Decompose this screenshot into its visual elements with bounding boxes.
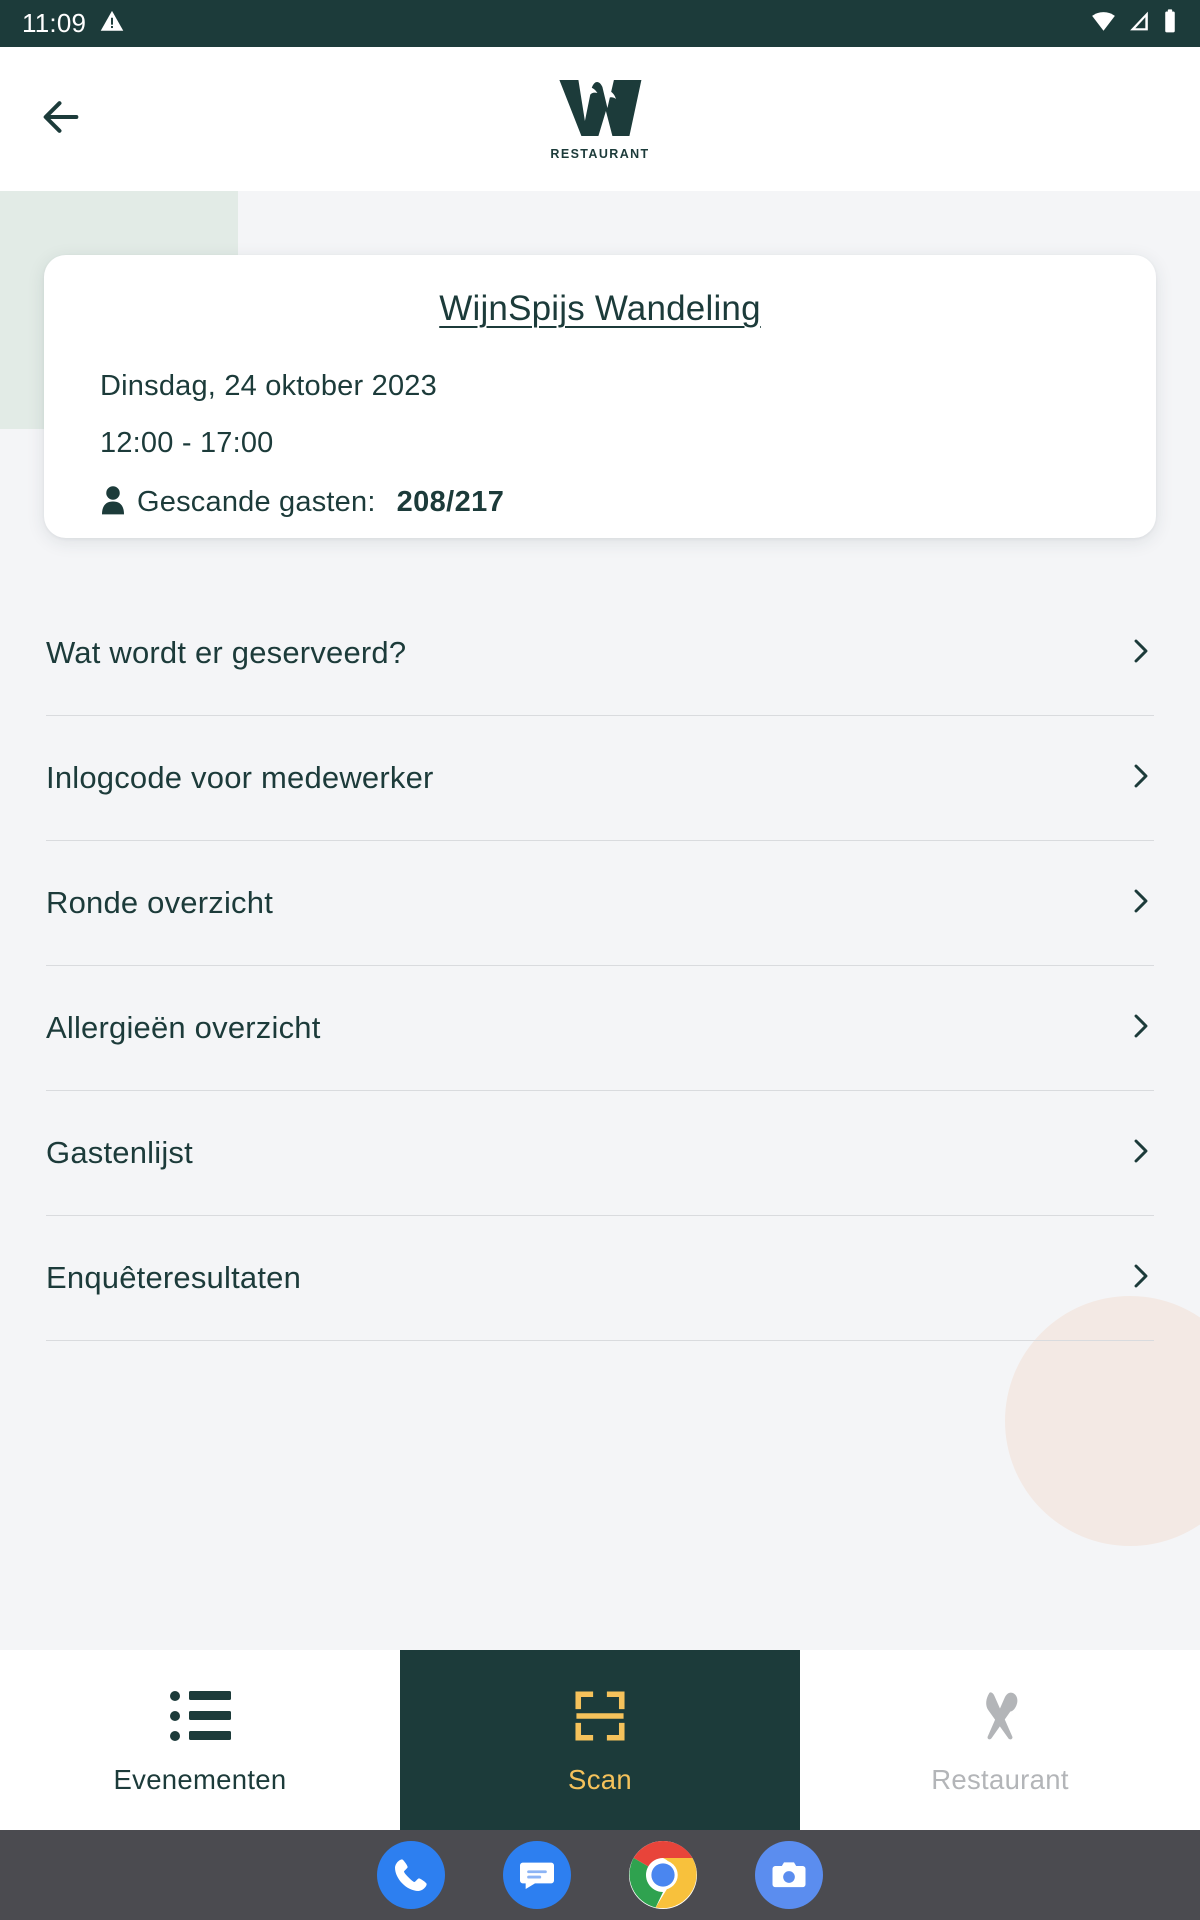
scanned-guests-count: 208/217 [396,486,505,518]
event-date: Dinsdag, 24 oktober 2023 [100,370,437,402]
event-title: WijnSpijs Wandeling [439,289,761,328]
back-button[interactable] [28,86,94,152]
status-bar: 11:09 [0,0,1200,47]
wifi-icon [1090,8,1117,39]
menu-item-label: Wat wordt er geserveerd? [46,635,407,670]
chevron-right-icon [1124,760,1156,797]
menu-item-guest-list[interactable]: Gastenlijst [0,1091,1200,1215]
main-content: WijnSpijs Wandeling Dinsdag, 24 oktober … [0,191,1200,1650]
android-dock [0,1830,1200,1920]
menu-item-round-overview[interactable]: Ronde overzicht [0,841,1200,965]
logo-subtitle: RESTAURANT [550,147,650,161]
app-bar: RESTAURANT [0,47,1200,191]
status-bar-right [1090,8,1178,39]
nav-tab-label: Evenementen [113,1763,287,1795]
nav-tab-label: Restaurant [931,1763,1069,1795]
menu-item-allergies-overview[interactable]: Allergieën overzicht [0,966,1200,1090]
messages-icon[interactable] [503,1841,571,1909]
cell-signal-icon [1127,8,1152,39]
chevron-right-icon [1124,1135,1156,1172]
menu-item-label: Gastenlijst [46,1135,193,1170]
person-icon [100,485,126,520]
list-icon [169,1685,231,1747]
camera-icon[interactable] [755,1841,823,1909]
phone-screen: 11:09 RESTAURANT WijnSpijs Wandeling Din… [0,0,1200,1920]
menu-item-login-code[interactable]: Inlogcode voor medewerker [0,716,1200,840]
event-card: WijnSpijs Wandeling Dinsdag, 24 oktober … [44,255,1156,538]
w-logo-icon [557,77,643,144]
chevron-right-icon [1124,885,1156,922]
chevron-right-icon [1124,635,1156,672]
nav-tab-label: Scan [568,1763,632,1795]
menu-item-served[interactable]: Wat wordt er geserveerd? [0,591,1200,715]
status-bar-left: 11:09 [22,8,125,39]
phone-icon[interactable] [377,1841,445,1909]
nav-tab-evenementen[interactable]: Evenementen [0,1650,400,1830]
nav-tab-restaurant[interactable]: Restaurant [800,1650,1200,1830]
qr-scan-icon [571,1685,629,1747]
warning-triangle-icon [99,8,125,39]
event-menu-list: Wat wordt er geserveerd? Inlogcode voor … [0,591,1200,1341]
menu-item-label: Ronde overzicht [46,885,274,920]
scanned-guests-label: Gescande gasten: [137,486,376,518]
nav-tab-scan[interactable]: Scan [400,1650,800,1830]
chevron-right-icon [1124,1260,1156,1297]
menu-item-label: Allergieën overzicht [46,1010,321,1045]
scanned-guests-row: Gescande gasten: 208/217 [100,485,1100,520]
chrome-icon[interactable] [629,1841,697,1909]
menu-item-survey-results[interactable]: Enquêteresultaten [0,1216,1200,1340]
menu-item-label: Inlogcode voor medewerker [46,760,434,795]
event-time-range: 12:00 - 17:00 [100,427,274,459]
menu-item-label: Enquêteresultaten [46,1260,302,1295]
arrow-left-icon [38,94,84,145]
status-bar-clock: 11:09 [22,8,87,38]
battery-icon [1162,8,1178,39]
bottom-navigation: Evenementen Scan Restaurant [0,1650,1200,1830]
fork-spoon-icon [972,1685,1028,1747]
restaurant-logo: RESTAURANT [550,77,649,161]
chevron-right-icon [1124,1010,1156,1047]
menu-divider [46,1340,1154,1341]
